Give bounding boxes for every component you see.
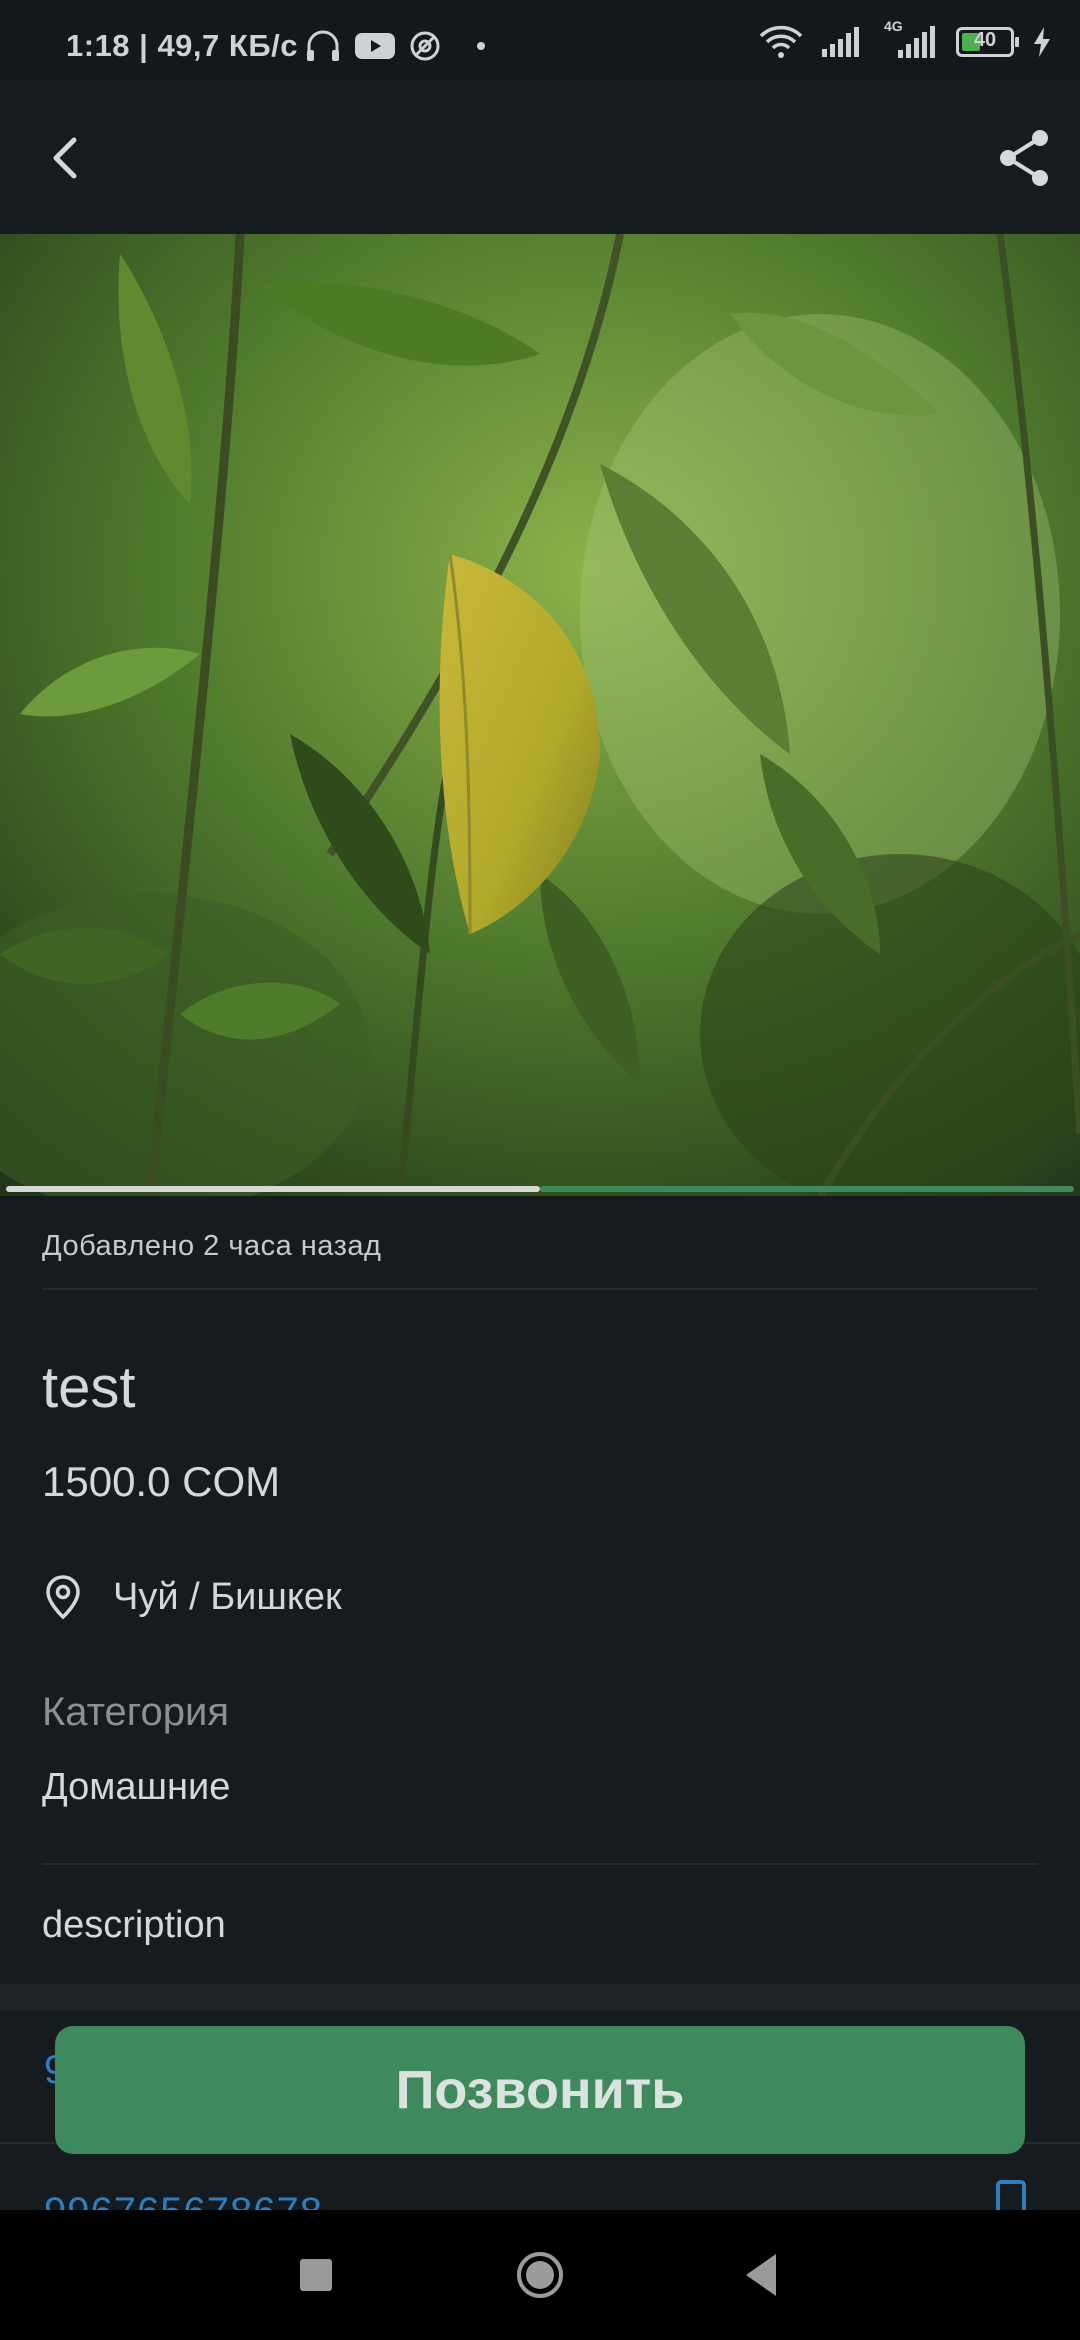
notification-dot-icon: [477, 42, 485, 50]
category-label: Категория: [42, 1690, 229, 1734]
youtube-icon: [355, 33, 395, 59]
listing-location: Чуй / Бишкек: [113, 1576, 342, 1618]
indicator-segment-active: [6, 1186, 540, 1192]
nav-back-button[interactable]: [742, 2252, 778, 2298]
indicator-segment: [540, 1186, 1074, 1192]
back-button[interactable]: [30, 120, 106, 196]
share-icon: [1000, 130, 1048, 186]
at-sign-icon: [410, 31, 440, 61]
copy-icon[interactable]: [990, 2180, 1030, 2210]
status-system-icons: 4G 40: [758, 18, 1052, 66]
gallery-page-indicator: [6, 1186, 1074, 1192]
home-button[interactable]: [515, 2250, 565, 2300]
arrow-back-icon: [53, 137, 77, 179]
section-separator: [0, 1984, 1080, 2010]
added-time: Добавлено 2 часа назад: [42, 1230, 382, 1262]
system-nav-bar: [0, 2210, 1080, 2340]
signal-icon: [822, 27, 859, 57]
listing-description: description: [42, 1904, 226, 1946]
location-pin-icon: [46, 1575, 80, 1620]
listing-photo[interactable]: [0, 234, 1080, 1196]
listing-price: 1500.0 COM: [42, 1458, 281, 1505]
phone-link[interactable]: 996765678678: [44, 2190, 323, 2210]
battery-level: 40: [973, 29, 997, 51]
signal-4g-icon: 4G: [880, 18, 938, 60]
battery-icon: 40: [956, 27, 1019, 57]
divider: [42, 1288, 1038, 1290]
divider: [42, 1863, 1038, 1865]
app-bar: [0, 80, 1080, 234]
charging-icon: [1034, 27, 1050, 57]
plant-leaves-image: [0, 234, 1080, 1196]
status-bar: 1:18 | 49,7 КБ/с 4G 40: [0, 0, 1080, 80]
share-button[interactable]: [986, 120, 1062, 196]
recents-button[interactable]: [300, 2259, 332, 2291]
listing-title: test: [42, 1355, 136, 1420]
headphones-icon: [307, 30, 339, 61]
status-notification-icons: [305, 30, 485, 62]
listing-details: Добавлено 2 часа назад test 1500.0 COM Ч…: [0, 1196, 1080, 1986]
status-time-speed: 1:18 | 49,7 КБ/с: [66, 28, 298, 63]
call-button[interactable]: Позвонить: [55, 2026, 1025, 2154]
wifi-icon: [759, 25, 803, 58]
category-value: Домашние: [42, 1766, 231, 1808]
